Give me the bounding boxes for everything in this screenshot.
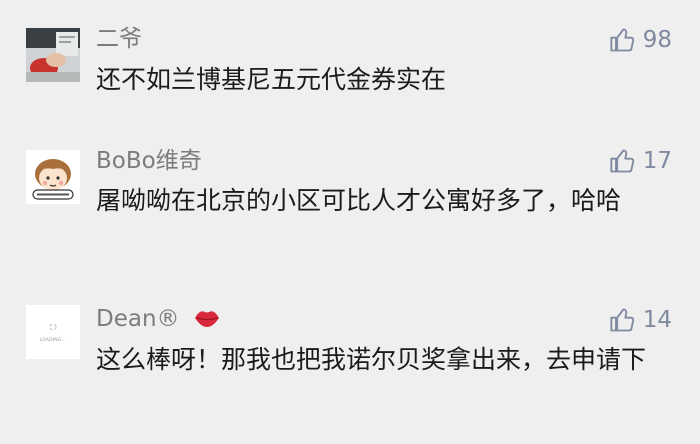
thumbs-up-icon bbox=[610, 28, 634, 52]
photo-avatar-icon bbox=[26, 28, 80, 82]
like-button[interactable]: 17 bbox=[609, 146, 672, 176]
comment-text: 屠呦呦在北京的小区可比人才公寓好多了，哈哈 bbox=[96, 186, 622, 215]
comment-text: 还不如兰博基尼五元代金券实在 bbox=[96, 65, 447, 94]
comment-author[interactable]: Dean® bbox=[96, 305, 221, 333]
thumbs-up-icon bbox=[610, 149, 634, 173]
comment-author-name: Dean® bbox=[96, 306, 180, 332]
loading-avatar-icon bbox=[26, 305, 80, 359]
user-avatar[interactable] bbox=[26, 150, 80, 204]
loading-avatar-text: LOADING... bbox=[39, 338, 67, 343]
user-avatar[interactable] bbox=[26, 28, 80, 82]
comment-text: 这么棒呀！那我也把我诺尔贝奖拿出来，去申请下 bbox=[96, 345, 647, 374]
user-avatar[interactable]: LOADING... bbox=[26, 305, 80, 359]
comment-author[interactable]: BoBo维奇 bbox=[96, 147, 202, 175]
like-button[interactable]: 98 bbox=[609, 25, 672, 55]
like-button[interactable]: 14 bbox=[609, 305, 672, 335]
cartoon-boy-avatar-icon bbox=[26, 150, 80, 204]
like-count: 17 bbox=[642, 148, 672, 174]
comment-author[interactable]: 二爷 bbox=[96, 25, 142, 53]
kiss-lips-icon bbox=[194, 310, 219, 327]
thumbs-up-icon bbox=[610, 308, 634, 332]
like-count: 98 bbox=[642, 27, 672, 53]
like-count: 14 bbox=[642, 307, 672, 333]
